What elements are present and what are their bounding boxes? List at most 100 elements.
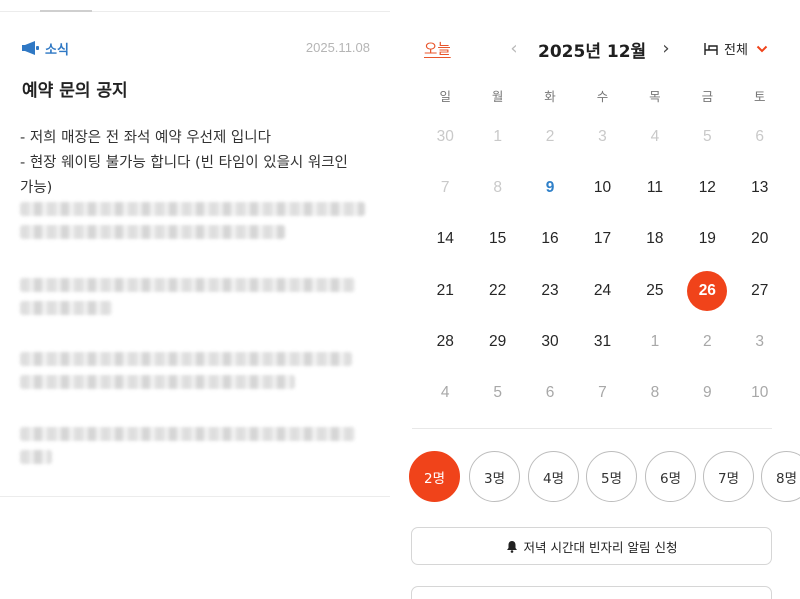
news-date: 2025.11.08 bbox=[305, 40, 370, 55]
calendar-day-number: 23 bbox=[541, 281, 559, 299]
calendar-day-number: 5 bbox=[493, 384, 502, 402]
calendar-day[interactable]: 31 bbox=[576, 316, 628, 367]
calendar-day-selected[interactable]: 26 bbox=[681, 265, 733, 316]
party-size-option[interactable]: 4명 bbox=[528, 451, 579, 502]
calendar-day[interactable]: 27 bbox=[734, 265, 786, 316]
calendar-day[interactable]: 18 bbox=[629, 214, 681, 265]
calendar-day[interactable]: 10 bbox=[576, 162, 628, 213]
calendar-day: 6 bbox=[524, 367, 576, 418]
calendar-day[interactable]: 13 bbox=[734, 162, 786, 213]
calendar-day[interactable]: 16 bbox=[524, 214, 576, 265]
vacancy-alert-label: 저녁 시간대 빈자리 알림 신청 bbox=[523, 539, 678, 555]
calendar-day[interactable]: 30 bbox=[524, 316, 576, 367]
party-size-option[interactable]: 6명 bbox=[645, 451, 696, 502]
calendar-week: 7 8 9 10 11 12 13 bbox=[419, 162, 786, 213]
calendar-day[interactable]: 14 bbox=[419, 214, 471, 265]
calendar-week: 21 22 23 24 25 26 27 bbox=[419, 265, 786, 316]
calendar-day-number: 31 bbox=[593, 332, 612, 350]
party-size-option[interactable]: 5명 bbox=[586, 451, 637, 502]
calendar-week: 4 5 6 7 8 9 10 bbox=[419, 367, 786, 418]
calendar-day: 2 bbox=[524, 111, 576, 162]
calendar-day-number: 6 bbox=[545, 384, 555, 402]
calendar-day[interactable]: 25 bbox=[629, 265, 681, 316]
calendar-day: 3 bbox=[576, 111, 628, 162]
calendar-day: 7 bbox=[576, 367, 628, 418]
party-size-option[interactable]: 7명 bbox=[703, 451, 754, 502]
weekday-label: 금 bbox=[701, 89, 714, 104]
calendar-day[interactable]: 17 bbox=[576, 214, 628, 265]
calendar-day-number: 6 bbox=[755, 127, 765, 145]
calendar-week: 28 29 30 31 1 2 3 bbox=[419, 316, 786, 367]
calendar-day[interactable]: 21 bbox=[419, 265, 471, 316]
news-line: - 저희 매장은 전 좌석 예약 우선제 입니다 bbox=[20, 130, 271, 146]
calendar-day-number: 24 bbox=[593, 281, 612, 299]
party-size-option[interactable]: 2명 bbox=[409, 451, 460, 502]
weekday-label: 수 bbox=[596, 89, 609, 104]
calendar-day-number: 25 bbox=[646, 281, 664, 299]
calendar-day[interactable]: 12 bbox=[681, 162, 733, 213]
next-section-card bbox=[411, 586, 772, 599]
blurred-text bbox=[20, 427, 355, 473]
calendar-day: 1 bbox=[471, 111, 523, 162]
calendar-day-number: 16 bbox=[541, 230, 559, 248]
calendar-grid: 30 1 2 3 4 5 6 7 8 9 10 11 12 13 14 15 16 17 18 19 20 21 22 23 2… bbox=[419, 111, 786, 419]
news-header: 소식 2025.11.08 bbox=[22, 38, 370, 58]
calendar-day-number: 3 bbox=[755, 332, 765, 350]
calendar-day-number: 14 bbox=[436, 230, 454, 248]
calendar-day-number: 9 bbox=[545, 178, 555, 196]
calendar-day-number: 2 bbox=[703, 332, 712, 350]
calendar-day-number: 8 bbox=[650, 384, 660, 402]
calendar-day[interactable]: 29 bbox=[471, 316, 523, 367]
seat-filter-dropdown[interactable]: 전체 bbox=[704, 39, 768, 58]
calendar-day-number: 13 bbox=[751, 178, 769, 196]
weekday-label: 화 bbox=[544, 89, 556, 104]
today-button[interactable]: 오늘 bbox=[424, 38, 451, 59]
calendar-day: 2 bbox=[681, 316, 733, 367]
reservation-panel: 오늘 ‹ 2025년 12월 › 전체 일 월 화 수 목 금 토 3012 bbox=[400, 0, 800, 599]
calendar-day-number: 4 bbox=[440, 384, 450, 402]
calendar-day-today[interactable]: 9 bbox=[524, 162, 576, 213]
calendar-day[interactable]: 23 bbox=[524, 265, 576, 316]
calendar-day-number: 21 bbox=[436, 281, 454, 299]
chevron-down-icon bbox=[756, 45, 768, 52]
next-month-button[interactable]: › bbox=[656, 36, 676, 60]
calendar-day[interactable]: 19 bbox=[681, 214, 733, 265]
party-size-selector: 2명 3명 4명 5명 6명 7명 8명 bbox=[400, 450, 800, 502]
calendar-day-number: 17 bbox=[593, 230, 612, 248]
calendar-day[interactable]: 20 bbox=[734, 214, 786, 265]
tab-indicator bbox=[40, 10, 92, 12]
calendar-day[interactable]: 28 bbox=[419, 316, 471, 367]
calendar-day-number: 7 bbox=[598, 384, 607, 402]
calendar-day: 10 bbox=[734, 367, 786, 418]
weekday-label: 목 bbox=[649, 89, 661, 104]
party-size-option[interactable]: 8명 bbox=[761, 451, 800, 502]
calendar-day[interactable]: 22 bbox=[471, 265, 523, 316]
calendar-day-number: 8 bbox=[493, 178, 502, 196]
calendar-week: 14 15 16 17 18 19 20 bbox=[419, 214, 786, 265]
megaphone-icon bbox=[22, 41, 39, 55]
party-size-option[interactable]: 3명 bbox=[469, 451, 520, 502]
calendar-day: 1 bbox=[629, 316, 681, 367]
calendar-day: 7 bbox=[419, 162, 471, 213]
calendar-day-number: 1 bbox=[493, 127, 502, 145]
calendar-day: 5 bbox=[471, 367, 523, 418]
weekday-label: 월 bbox=[491, 89, 504, 104]
weekday-row: 일 월 화 수 목 금 토 bbox=[419, 86, 786, 106]
vacancy-alert-button[interactable]: 저녁 시간대 빈자리 알림 신청 bbox=[411, 527, 772, 565]
calendar-day: 6 bbox=[734, 111, 786, 162]
calendar-day[interactable]: 24 bbox=[576, 265, 628, 316]
calendar-day-number: 10 bbox=[593, 178, 612, 196]
blurred-text bbox=[20, 352, 352, 398]
calendar-day[interactable]: 15 bbox=[471, 214, 523, 265]
news-tag-label: 소식 bbox=[45, 42, 69, 58]
top-tab-bar bbox=[0, 0, 390, 12]
prev-month-button[interactable]: ‹ bbox=[504, 36, 524, 60]
weekday-label: 일 bbox=[439, 89, 451, 104]
calendar-day[interactable]: 11 bbox=[629, 162, 681, 213]
calendar-day-number: 30 bbox=[436, 127, 454, 145]
screen: 소식 2025.11.08 예약 문의 공지 - 저희 매장은 전 좌석 예약 … bbox=[0, 0, 800, 599]
calendar-day-number: 20 bbox=[751, 230, 769, 248]
news-title: 예약 문의 공지 bbox=[22, 81, 128, 101]
bell-icon bbox=[506, 540, 517, 553]
calendar-day-number: 9 bbox=[703, 384, 712, 402]
